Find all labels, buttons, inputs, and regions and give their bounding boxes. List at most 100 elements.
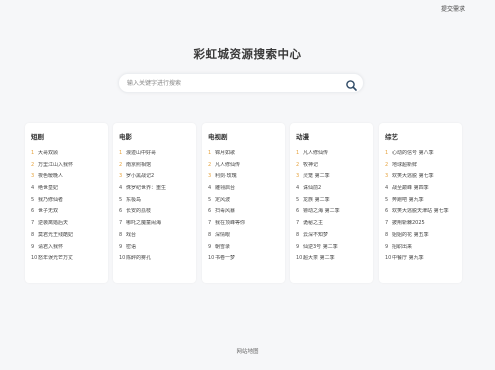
ranking-item-title: 牧神记 [303, 161, 319, 168]
rank-number: 4 [208, 185, 212, 192]
rank-number: 5 [296, 196, 300, 203]
ranking-item[interactable]: 10书卷一梦 [208, 255, 284, 267]
ranking-item-title: 定风波 [215, 196, 231, 203]
ranking-item[interactable]: 8 戏台 [119, 232, 195, 244]
rank-number: 6 [31, 208, 35, 215]
rank-number: 2 [119, 161, 123, 168]
ranking-item[interactable]: 1 浪迹山中好哥 [119, 150, 195, 162]
ranking-item[interactable]: 2 南京照相馆 [119, 162, 195, 174]
ranking-item[interactable]: 10超大茶 第二季 [296, 255, 372, 267]
ranking-item[interactable]: 6 扫毒风暴 [208, 208, 284, 220]
ranking-item-title: 请君入我怀 [38, 243, 64, 250]
ranking-item-title: 罗小黑战记2 [126, 173, 155, 180]
ranking-item[interactable]: 4 侏罗纪世界：重生 [119, 185, 195, 197]
ranking-item[interactable]: 2 万里江山入我怀 [31, 162, 107, 174]
ranking-item-title: 雕翎启台 [215, 185, 236, 192]
ranking-item-title: 扫毒风暴 [215, 208, 236, 215]
ranking-item[interactable]: 3 夜色暧晚人 [31, 173, 107, 185]
ranking-item[interactable]: 9 朝雪录 [208, 244, 284, 256]
category-title: 短剧 [31, 133, 44, 141]
rank-number: 10 [31, 255, 38, 262]
ranking-item[interactable]: 5 奔跑吧 第九季 [385, 197, 461, 209]
ranking-item-title: 披荆斩棘2025 [392, 220, 425, 227]
ranking-item[interactable]: 8 深情眼 [208, 232, 284, 244]
ranking-item-title: 心动的信号 第八季 [392, 150, 434, 156]
ranking-item[interactable]: 9 招职出来 [385, 244, 461, 256]
ranking-item-title: 我在顶峰等你 [215, 220, 246, 227]
rank-number: 6 [296, 208, 300, 215]
ranking-item[interactable]: 8 云深不知梦 [296, 232, 372, 244]
ranking-item-title: 地球超新鲜 [392, 161, 418, 168]
category-title: 动漫 [296, 133, 309, 141]
ranking-item[interactable]: 7 诡秘之主 [296, 220, 372, 232]
rank-number: 1 [385, 150, 389, 156]
ranking-item[interactable]: 6 欢笑大逃脱天津站 第七季 [385, 208, 461, 220]
ranking-item[interactable]: 8 莫君光王残酷妃 [31, 232, 107, 244]
submit-request-link[interactable]: 提交需求 [441, 4, 465, 13]
ranking-item-title: 陈醉的雾孔 [126, 255, 152, 262]
ranking-item[interactable]: 3 灵笼 第二季 [296, 173, 372, 185]
ranking-item[interactable]: 3 欢笑大逃脱 第七季 [385, 173, 461, 185]
rank-number: 4 [296, 185, 300, 192]
ranking-item-title: 莫君光王残酷妃 [38, 231, 74, 238]
ranking-item[interactable]: 1 心动的信号 第八季 [385, 150, 461, 162]
ranking-item[interactable]: 2 牧神记 [296, 162, 372, 174]
ranking-item[interactable]: 5 东极岛 [119, 197, 195, 209]
ranking-item[interactable]: 1 大哥双顾 [31, 150, 107, 162]
ranking-item[interactable]: 9 请君入我怀 [31, 244, 107, 256]
ranking-list: 1 心动的信号 第八季 2 地球超新鲜 3 欢笑大逃脱 第七季 4 战至巅峰 第四季 5 奔跑吧 … [385, 150, 461, 267]
rank-number: 2 [385, 161, 389, 168]
ranking-item[interactable]: 3 罗小黑战记2 [119, 173, 195, 185]
search-icon[interactable] [345, 77, 358, 91]
ranking-item[interactable]: 5 我乃修仙者 [31, 197, 107, 209]
ranking-item[interactable]: 10中餐厅 第九季 [385, 255, 461, 267]
ranking-item[interactable]: 10陈醉的雾孔 [119, 255, 195, 267]
ranking-item[interactable]: 4 雕翎启台 [208, 185, 284, 197]
ranking-item[interactable]: 9 仙逆3号 第二季 [296, 244, 372, 256]
ranking-item-title: 深情眼 [215, 231, 231, 238]
ranking-item[interactable]: 9 密语 [119, 244, 195, 256]
category-card-variety: 综艺 1 心动的信号 第八季 2 地球超新鲜 3 欢笑大逃脱 第七季 4 战至巅峰 第四季 5 奔… [379, 123, 462, 283]
rank-number: 4 [31, 185, 35, 192]
ranking-item-title: 欢笑大逃脱 第七季 [392, 173, 434, 180]
category-title: 电视剧 [208, 133, 228, 141]
ranking-item[interactable]: 5 龙族 第二季 [296, 197, 372, 209]
ranking-item[interactable]: 8 姐姐的花 第五季 [385, 232, 461, 244]
ranking-item[interactable]: 7 我在顶峰等你 [208, 220, 284, 232]
ranking-item[interactable]: 7 逆袭离婚后天 [31, 220, 107, 232]
ranking-item[interactable]: 1 凡人修仙传 [296, 150, 372, 162]
ranking-item[interactable]: 7 哪吒之魔童闹海 [119, 220, 195, 232]
ranking-item[interactable]: 10怒年误光芒万丈 [31, 255, 107, 267]
ranking-item[interactable]: 2 凡人修仙传 [208, 162, 284, 174]
sitemap-link[interactable]: 网站地图 [0, 347, 495, 355]
rank-number: 2 [208, 161, 212, 168]
rank-number: 7 [31, 220, 35, 227]
ranking-item-title: 奔跑吧 第九季 [392, 196, 424, 203]
ranking-item-title: 诛仙前2 [303, 185, 322, 192]
ranking-item-title: 万里江山入我怀 [38, 161, 74, 168]
search-input[interactable] [127, 79, 337, 88]
ranking-item-title: 大哥双顾 [38, 150, 59, 156]
ranking-item[interactable]: 4 诛仙前2 [296, 185, 372, 197]
rank-number: 5 [119, 196, 123, 203]
ranking-item[interactable]: 6 长安的荔枝 [119, 208, 195, 220]
ranking-item[interactable]: 5 定风波 [208, 197, 284, 209]
rank-number: 3 [296, 173, 300, 180]
ranking-item-title: 哪吒之魔童闹海 [126, 220, 162, 227]
category-card-anime: 动漫 1 凡人修仙传 2 牧神记 3 灵笼 第二季 4 诛仙前2 5 龙族 第二季 6 镖动之海 第二… [290, 123, 373, 283]
ranking-item[interactable]: 3 利剑·玫瑰 [208, 173, 284, 185]
ranking-item[interactable]: 6 世子无双 [31, 208, 107, 220]
ranking-item-title: 凡人修仙传 [303, 150, 329, 156]
ranking-item[interactable]: 2 地球超新鲜 [385, 162, 461, 174]
ranking-item-title: 镖动之海 第二季 [303, 208, 340, 215]
rank-number: 9 [119, 243, 123, 250]
rank-number: 1 [119, 150, 123, 156]
ranking-item[interactable]: 4 绝世皇妃 [31, 185, 107, 197]
ranking-list: 1 锦月如歌 2 凡人修仙传 3 利剑·玫瑰 4 雕翎启台 5 定风波 6 扫毒风暴 7 我在顶峰等你 8 深… [208, 150, 284, 267]
ranking-item[interactable]: 6 镖动之海 第二季 [296, 208, 372, 220]
ranking-item[interactable]: 1 锦月如歌 [208, 150, 284, 162]
ranking-item-title: 密语 [126, 243, 137, 250]
ranking-item-title: 龙族 第二季 [303, 196, 330, 203]
ranking-item[interactable]: 7 披荆斩棘2025 [385, 220, 461, 232]
ranking-item[interactable]: 4 战至巅峰 第四季 [385, 185, 461, 197]
